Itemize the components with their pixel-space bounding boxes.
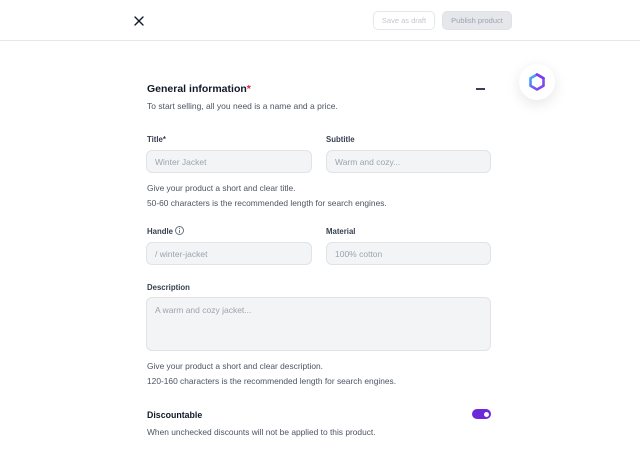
info-icon[interactable]: [175, 226, 184, 235]
medusa-logo-icon: [529, 73, 545, 91]
close-icon[interactable]: [131, 13, 147, 29]
material-label: Material: [326, 227, 356, 236]
description-hint-2: 120-160 characters is the recommended le…: [147, 376, 397, 386]
material-input[interactable]: [326, 242, 491, 265]
handle-input[interactable]: [146, 242, 312, 265]
subtitle-label: Subtitle: [326, 135, 355, 144]
section-title: General information*: [147, 83, 251, 95]
handle-label: Handle: [147, 227, 173, 236]
discountable-toggle[interactable]: [472, 409, 491, 419]
toggle-knob: [484, 411, 489, 417]
discountable-label: Discountable: [147, 410, 203, 420]
description-label: Description: [147, 283, 190, 292]
description-hint-1: Give your product a short and clear desc…: [147, 361, 323, 371]
description-textarea[interactable]: [146, 297, 491, 351]
publish-product-button[interactable]: Publish product: [442, 11, 512, 30]
required-mark: *: [246, 83, 251, 95]
title-label: Title*: [147, 135, 166, 144]
section-title-text: General information: [147, 83, 247, 95]
app-logo-badge[interactable]: [519, 64, 555, 100]
title-hint-2: 50-60 characters is the recommended leng…: [147, 198, 387, 208]
subtitle-input[interactable]: [326, 150, 491, 173]
title-input[interactable]: [146, 150, 312, 173]
section-subtitle: To start selling, all you need is a name…: [147, 101, 338, 111]
save-as-draft-button[interactable]: Save as draft: [373, 11, 435, 30]
top-bar: Save as draft Publish product: [0, 0, 640, 41]
title-hint-1: Give your product a short and clear titl…: [147, 183, 296, 193]
discountable-hint: When unchecked discounts will not be app…: [147, 427, 376, 437]
minus-icon[interactable]: [476, 88, 485, 90]
